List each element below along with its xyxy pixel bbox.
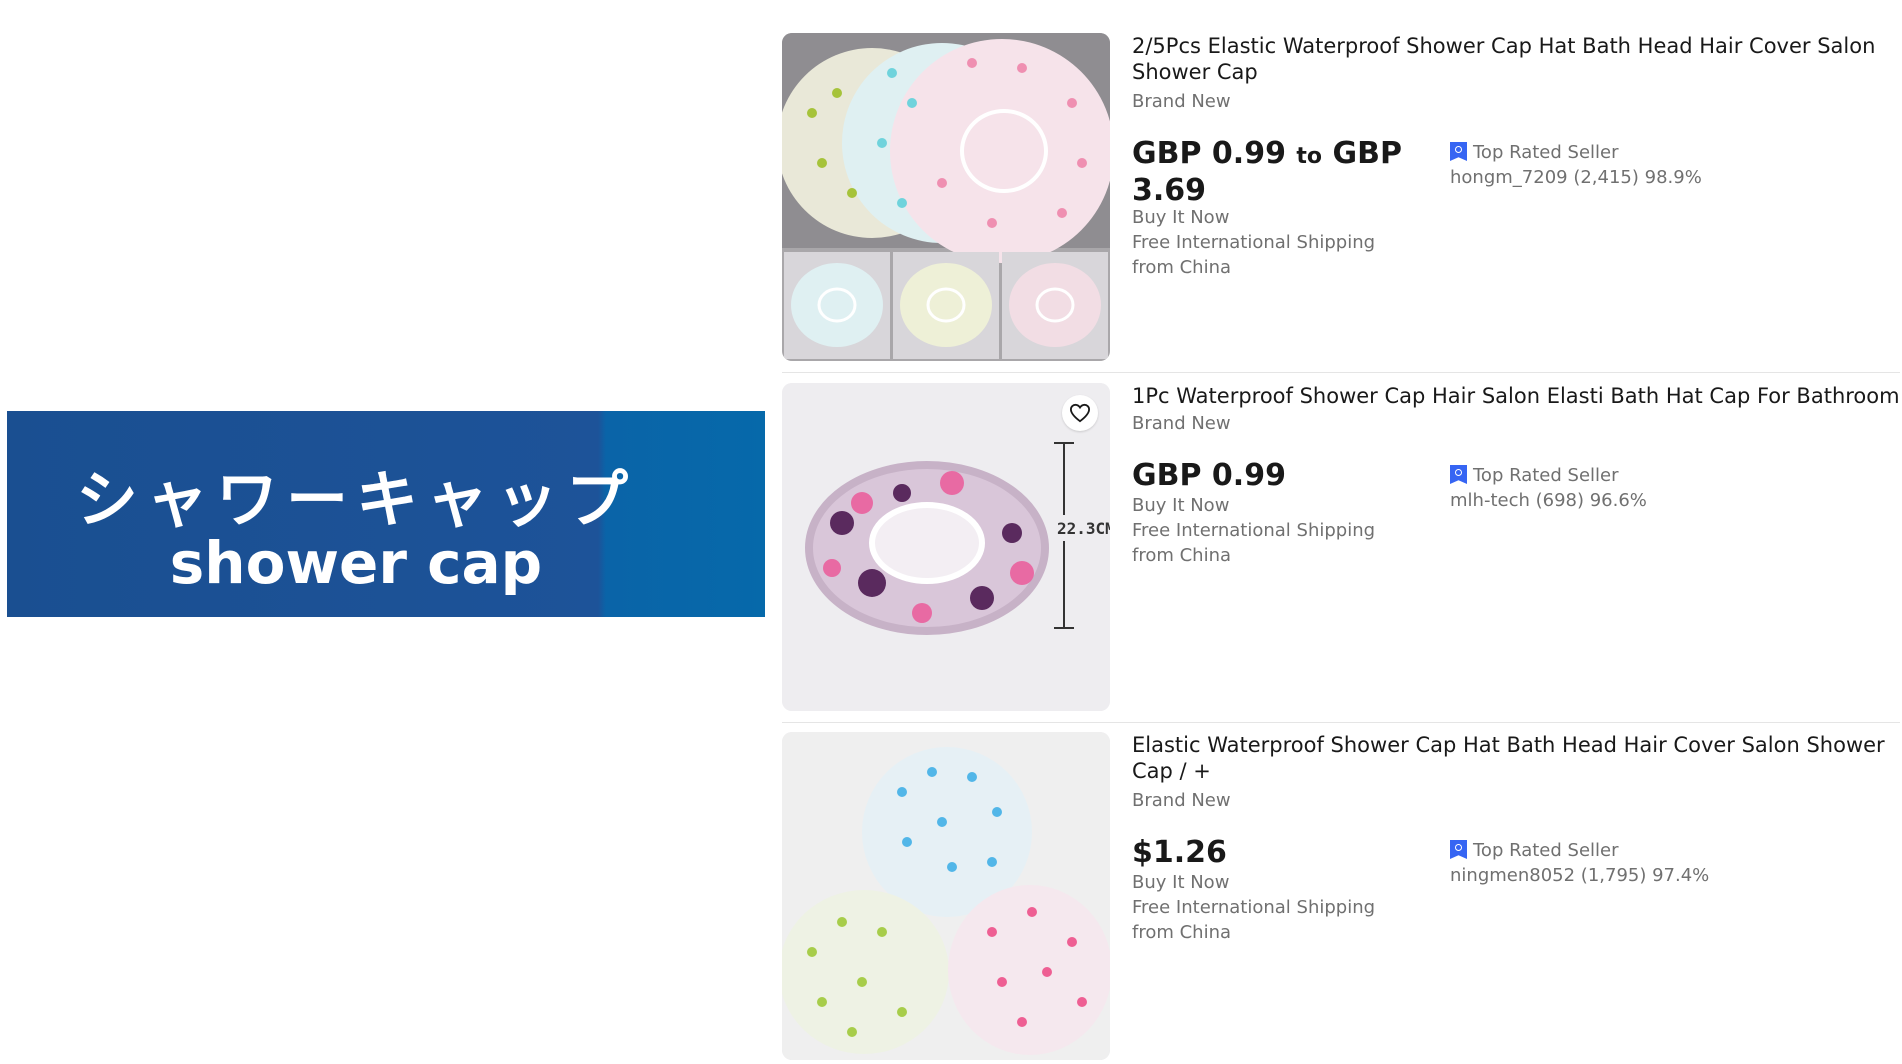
- buy-format: Buy It Now: [1132, 872, 1230, 893]
- dimension-label: 22.3CM: [1057, 519, 1110, 538]
- listing-title[interactable]: Elastic Waterproof Shower Cap Hat Bath H…: [1132, 732, 1902, 784]
- listing-condition: Brand New: [1132, 790, 1231, 811]
- listing-details: Buy It Now Free International Shipping f…: [1132, 493, 1412, 568]
- title-banner: シャワーキャップ shower cap: [7, 411, 765, 617]
- divider: [782, 722, 1900, 723]
- shipping-info: Free International Shipping: [1132, 232, 1376, 253]
- listing-price: $1.26: [1132, 835, 1227, 870]
- listing-item[interactable]: 2/5Pcs Elastic Waterproof Shower Cap Hat…: [782, 33, 1900, 363]
- listing-condition: Brand New: [1132, 413, 1231, 434]
- buy-format: Buy It Now: [1132, 207, 1230, 228]
- listing-price: GBP 0.99: [1132, 458, 1286, 493]
- seller-info: Top Rated Seller hongm_7209 (2,415) 98.9…: [1450, 140, 1702, 190]
- item-location: from China: [1132, 922, 1232, 943]
- seller-badge-label: Top Rated Seller: [1473, 840, 1619, 861]
- banner-japanese-title: シャワーキャップ: [75, 463, 636, 536]
- price-from: GBP 0.99: [1132, 136, 1286, 171]
- listing-item[interactable]: 22.3CM 1Pc Waterproof Shower Cap Hair Sa…: [782, 383, 1900, 713]
- listing-title[interactable]: 1Pc Waterproof Shower Cap Hair Salon Ela…: [1132, 383, 1902, 409]
- top-rated-seller-icon: [1450, 142, 1467, 161]
- listing-details: Buy It Now Free International Shipping f…: [1132, 870, 1412, 945]
- buy-format: Buy It Now: [1132, 495, 1230, 516]
- banner-english-title: shower cap: [169, 529, 543, 597]
- seller-name: hongm_7209 (2,415) 98.9%: [1450, 167, 1702, 188]
- seller-badge-label: Top Rated Seller: [1473, 142, 1619, 163]
- shipping-info: Free International Shipping: [1132, 520, 1376, 541]
- seller-info: Top Rated Seller mlh-tech (698) 96.6%: [1450, 463, 1647, 513]
- listing-item[interactable]: Elastic Waterproof Shower Cap Hat Bath H…: [782, 732, 1900, 1062]
- heart-icon: [1069, 403, 1091, 423]
- listing-title[interactable]: 2/5Pcs Elastic Waterproof Shower Cap Hat…: [1132, 33, 1902, 85]
- listing-price: GBP 0.99 to GBP 3.69: [1132, 137, 1432, 208]
- listing-condition: Brand New: [1132, 91, 1231, 112]
- top-rated-seller-icon: [1450, 465, 1467, 484]
- seller-info: Top Rated Seller ningmen8052 (1,795) 97.…: [1450, 838, 1709, 888]
- seller-name: mlh-tech (698) 96.6%: [1450, 490, 1647, 511]
- seller-badge-label: Top Rated Seller: [1473, 465, 1619, 486]
- shipping-info: Free International Shipping: [1132, 897, 1376, 918]
- item-location: from China: [1132, 545, 1232, 566]
- product-image[interactable]: [782, 732, 1110, 1060]
- watch-button[interactable]: [1062, 395, 1098, 431]
- product-image[interactable]: [782, 33, 1110, 361]
- item-location: from China: [1132, 257, 1232, 278]
- listing-details: Buy It Now Free International Shipping f…: [1132, 205, 1412, 280]
- top-rated-seller-icon: [1450, 840, 1467, 859]
- divider: [782, 372, 1900, 373]
- seller-name: ningmen8052 (1,795) 97.4%: [1450, 865, 1710, 886]
- product-image[interactable]: 22.3CM: [782, 383, 1110, 711]
- price-to-word: to: [1296, 144, 1323, 169]
